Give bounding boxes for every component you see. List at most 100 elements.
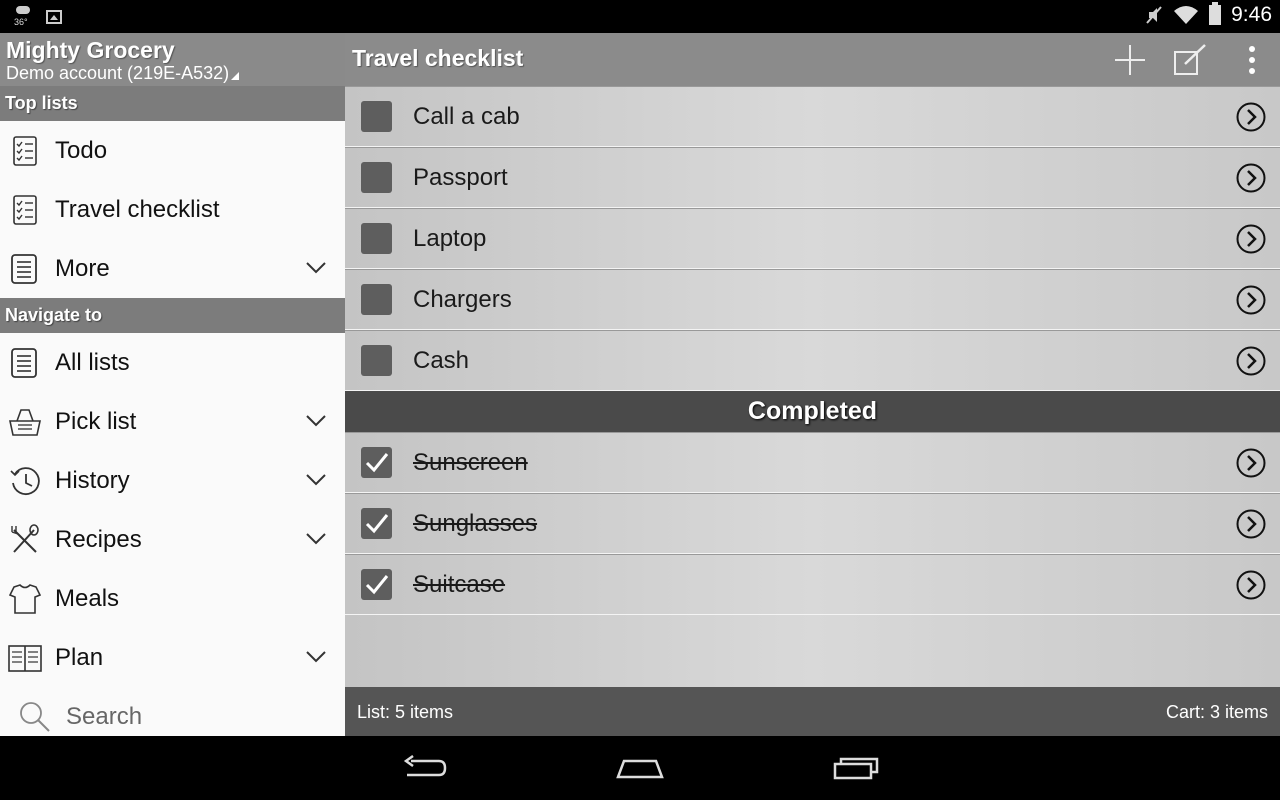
- list-count: List: 5 items: [357, 702, 454, 722]
- item-checkbox-checked[interactable]: [361, 508, 392, 539]
- item-details-arrow-icon[interactable]: [1236, 448, 1266, 478]
- chevron-down-icon[interactable]: [305, 414, 327, 428]
- add-item-button[interactable]: [1110, 41, 1150, 79]
- item-details-arrow-icon[interactable]: [1236, 224, 1266, 254]
- chevron-down-icon[interactable]: [305, 473, 327, 487]
- weather-temp: 36°: [14, 17, 28, 27]
- image-notification-icon: [46, 10, 62, 24]
- item-label: Sunscreen: [413, 448, 528, 476]
- item-checkbox[interactable]: [361, 162, 392, 193]
- search-label: Search: [66, 702, 143, 730]
- utensils-icon: [8, 523, 42, 557]
- checkmark-icon: [365, 575, 389, 595]
- chevron-down-icon[interactable]: [305, 532, 327, 546]
- nav-item-label: Travel checklist: [55, 195, 220, 223]
- basket-icon: [8, 405, 42, 439]
- home-button[interactable]: [610, 751, 670, 785]
- action-bar: Travel checklist: [345, 33, 1280, 86]
- item-details-arrow-icon[interactable]: [1236, 346, 1266, 376]
- list-item[interactable]: Cash: [345, 330, 1280, 391]
- item-label: Passport: [413, 163, 508, 191]
- nav-item-label: Todo: [55, 136, 108, 164]
- page-title: Travel checklist: [352, 45, 524, 71]
- nav-item-label: Pick list: [55, 407, 137, 435]
- item-label: Suitcase: [413, 570, 506, 598]
- list-item[interactable]: Call a cab: [345, 86, 1280, 147]
- item-checkbox-checked[interactable]: [361, 569, 392, 600]
- book-icon: [8, 641, 42, 675]
- item-checkbox[interactable]: [361, 101, 392, 132]
- app-title: Mighty Grocery: [6, 37, 175, 63]
- wifi-icon: [1174, 6, 1199, 24]
- item-label: Sunglasses: [413, 509, 538, 537]
- item-label: Laptop: [413, 224, 487, 252]
- item-details-arrow-icon[interactable]: [1236, 163, 1266, 193]
- item-details-arrow-icon[interactable]: [1236, 102, 1266, 132]
- completed-item[interactable]: Suitcase: [345, 554, 1280, 615]
- nav-item-label: Meals: [55, 584, 120, 612]
- list-icon: [8, 252, 42, 286]
- item-label: Cash: [413, 346, 470, 374]
- nav-item-meals[interactable]: Meals: [0, 569, 345, 628]
- home-icon: [616, 759, 664, 779]
- item-checkbox[interactable]: [361, 345, 392, 376]
- item-checkbox[interactable]: [361, 284, 392, 315]
- summary-footer: List: 5 items Cart: 3 items: [345, 687, 1280, 736]
- search-item[interactable]: Search: [0, 687, 345, 736]
- back-icon: [403, 755, 447, 777]
- list-item[interactable]: Passport: [345, 147, 1280, 208]
- item-details-arrow-icon[interactable]: [1236, 509, 1266, 539]
- item-checkbox[interactable]: [361, 223, 392, 254]
- cart-count: Cart: 3 items: [1165, 702, 1268, 722]
- chevron-down-icon[interactable]: [305, 650, 327, 664]
- account-selector[interactable]: Demo account (219E-A532): [6, 63, 339, 83]
- nav-item-pick-list[interactable]: Pick list: [0, 392, 345, 451]
- list-icon: [8, 346, 42, 380]
- nav-item-travel-checklist[interactable]: Travel checklist: [0, 180, 345, 239]
- nav-item-label: More: [55, 254, 110, 282]
- plus-icon: [1115, 45, 1145, 75]
- checkmark-icon: [365, 514, 389, 534]
- navigate-to-header: Navigate to: [0, 298, 345, 333]
- edit-list-button[interactable]: [1171, 41, 1211, 79]
- nav-item-more[interactable]: More: [0, 239, 345, 298]
- item-details-arrow-icon[interactable]: [1236, 570, 1266, 600]
- account-header[interactable]: Mighty Grocery Demo account (219E-A532): [0, 33, 345, 86]
- system-navigation-bar: [0, 736, 1280, 800]
- chef-hat-icon: [8, 582, 42, 616]
- battery-icon: [1209, 2, 1222, 25]
- nav-item-history[interactable]: History: [0, 451, 345, 510]
- list-item[interactable]: Chargers: [345, 269, 1280, 330]
- search-icon: [20, 701, 50, 732]
- recent-apps-icon: [833, 757, 879, 780]
- completed-item[interactable]: Sunscreen: [345, 432, 1280, 493]
- edit-icon: [1174, 44, 1206, 75]
- checklist-icon: [8, 134, 42, 168]
- nav-item-todo[interactable]: Todo: [0, 121, 345, 180]
- nav-item-recipes[interactable]: Recipes: [0, 510, 345, 569]
- overflow-menu-button[interactable]: [1232, 41, 1272, 79]
- weather-icon: 36°: [14, 6, 32, 28]
- recent-apps-button[interactable]: [826, 751, 886, 785]
- chevron-down-icon[interactable]: [305, 261, 327, 275]
- completed-item[interactable]: Sunglasses: [345, 493, 1280, 554]
- clock: 9:46: [1231, 3, 1272, 26]
- nav-item-label: History: [55, 466, 130, 494]
- item-label: Call a cab: [413, 102, 520, 130]
- top-lists-header: Top lists: [0, 86, 345, 121]
- dropdown-corner-icon: [231, 72, 240, 80]
- list-item[interactable]: Laptop: [345, 208, 1280, 269]
- history-icon: [8, 464, 42, 498]
- nav-item-plan[interactable]: Plan: [0, 628, 345, 687]
- nav-item-all-lists[interactable]: All lists: [0, 333, 345, 392]
- nav-item-label: Recipes: [55, 525, 142, 553]
- more-vert-icon: [1249, 46, 1255, 74]
- back-button[interactable]: [394, 751, 454, 785]
- checklist-icon: [8, 193, 42, 227]
- item-checkbox-checked[interactable]: [361, 447, 392, 478]
- checkmark-icon: [365, 453, 389, 473]
- status-bar: 36° 9:46: [0, 0, 1280, 33]
- completed-header: Completed: [345, 391, 1280, 432]
- account-label: Demo account (219E-A532): [6, 63, 230, 83]
- item-details-arrow-icon[interactable]: [1236, 285, 1266, 315]
